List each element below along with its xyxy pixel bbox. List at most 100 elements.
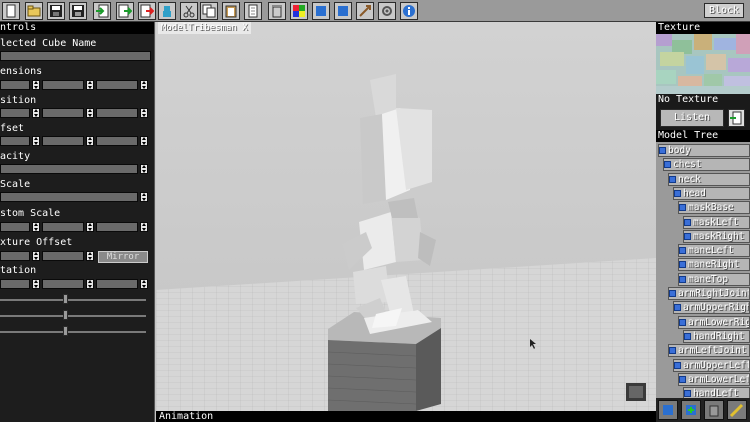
offset-y-field[interactable] [42, 136, 84, 146]
rotation-x-spinner[interactable] [32, 279, 40, 289]
tree-item-armLeftJoint[interactable]: armLeftJoint [668, 344, 750, 358]
open-icon[interactable] [25, 2, 43, 20]
position-z-spinner[interactable] [140, 108, 148, 118]
cube-icon [669, 290, 676, 297]
offset-y-spinner[interactable] [86, 136, 94, 146]
custom-scale-z-spinner[interactable] [140, 222, 148, 232]
export-alt-icon[interactable] [138, 2, 156, 20]
offset-z-field[interactable] [96, 136, 138, 146]
cube-name-input[interactable] [0, 51, 151, 61]
document-icon[interactable] [244, 2, 262, 20]
cut-icon[interactable] [180, 2, 198, 20]
custom-scale-y-field[interactable] [42, 222, 84, 232]
offset-z-spinner[interactable] [140, 136, 148, 146]
add-cube-button[interactable] [658, 400, 678, 420]
scale-spinner[interactable] [140, 192, 148, 202]
custom-scale-x-spinner[interactable] [32, 222, 40, 232]
dimension-x-field[interactable] [0, 80, 30, 90]
tree-item-handLeft[interactable]: handLeft [683, 387, 750, 398]
rotation-z-slider[interactable] [63, 326, 68, 336]
cube-icon [684, 332, 691, 340]
position-x-spinner[interactable] [32, 108, 40, 118]
tree-item-maneLeft[interactable]: maneLeft [678, 244, 750, 258]
listen-button[interactable]: Listen [660, 109, 724, 127]
controls-panel: ntrols lected Cube Name ensions sition f… [0, 22, 155, 422]
tree-item-armRightJoint[interactable]: armRightJoint [668, 287, 750, 300]
tree-item-armLowerRight[interactable]: armLowerRight [678, 315, 750, 329]
texture-offset-y-spinner[interactable] [86, 251, 94, 261]
new-icon[interactable] [2, 2, 20, 20]
position-y-spinner[interactable] [86, 108, 94, 118]
delete-cube-button[interactable] [704, 400, 724, 420]
texture-offset-y-field[interactable] [42, 251, 84, 261]
model-viewport[interactable] [156, 22, 656, 411]
mirror-button[interactable]: Mirror [98, 251, 148, 263]
dimension-z-spinner[interactable] [140, 80, 148, 90]
position-x-field[interactable] [0, 108, 30, 118]
custom-scale-y-spinner[interactable] [86, 222, 94, 232]
tree-item-maskLeft[interactable]: maskLeft [683, 215, 750, 229]
copy-icon[interactable] [200, 2, 218, 20]
export-icon[interactable] [116, 2, 134, 20]
texture-offset-x-field[interactable] [0, 251, 30, 261]
dimensions-label: ensions [0, 66, 43, 77]
rotate-icon[interactable] [334, 2, 352, 20]
rotation-z-spinner[interactable] [140, 279, 148, 289]
tree-item-head[interactable]: head [673, 186, 750, 200]
tree-item-maskRight[interactable]: maskRight [683, 229, 750, 243]
settings-icon[interactable] [378, 2, 396, 20]
edit-cube-button[interactable] [727, 400, 747, 420]
add-child-button[interactable] [681, 400, 701, 420]
character-icon[interactable] [158, 2, 176, 20]
tab-model-tribesman[interactable]: ModelTribesman X [158, 22, 251, 34]
view-cube-icon[interactable] [626, 383, 646, 401]
tree-item-armUpperRight[interactable]: armUpperRight [673, 301, 750, 315]
save-icon[interactable] [47, 2, 65, 20]
tree-item-chest[interactable]: chest [663, 158, 750, 172]
import-icon[interactable] [93, 2, 111, 20]
tree-item-maneRight[interactable]: maneRight [678, 258, 750, 272]
offset-x-spinner[interactable] [32, 136, 40, 146]
custom-scale-z-field[interactable] [96, 222, 138, 232]
info-icon[interactable] [400, 2, 418, 20]
position-y-field[interactable] [42, 108, 84, 118]
rotation-x-field[interactable] [0, 279, 30, 289]
cube-icon[interactable] [312, 2, 330, 20]
tree-item-handRight[interactable]: handRight [683, 329, 750, 343]
rotation-y-field[interactable] [42, 279, 84, 289]
tree-item-label: armUpperLeft [683, 359, 750, 371]
rotation-z-field[interactable] [96, 279, 138, 289]
block-button[interactable]: Block [704, 3, 744, 18]
dimension-x-spinner[interactable] [32, 80, 40, 90]
dimension-z-field[interactable] [96, 80, 138, 90]
tree-item-armLowerLeft[interactable]: armLowerLeft [678, 372, 750, 386]
delete-icon[interactable] [268, 2, 286, 20]
paste-icon[interactable] [222, 2, 240, 20]
opacity-spinner[interactable] [140, 164, 148, 174]
scale-field[interactable] [0, 192, 138, 202]
tree-item-label: body [668, 145, 691, 156]
cube-icon [679, 204, 686, 212]
position-z-field[interactable] [96, 108, 138, 118]
tree-item-body[interactable]: body [658, 144, 750, 157]
texture-offset-x-spinner[interactable] [32, 251, 40, 261]
cube-icon [679, 261, 686, 269]
texture-export-icon [730, 111, 742, 125]
texture-export-button[interactable] [728, 109, 745, 127]
rotation-y-slider[interactable] [63, 310, 68, 320]
color-icon[interactable] [290, 2, 308, 20]
save-as-icon[interactable] [69, 2, 87, 20]
offset-x-field[interactable] [0, 136, 30, 146]
opacity-field[interactable] [0, 164, 138, 174]
scale-icon[interactable] [356, 2, 374, 20]
dimension-y-spinner[interactable] [86, 80, 94, 90]
tree-item-neck[interactable]: neck [668, 172, 750, 186]
tree-item-label: maskBase [688, 202, 734, 214]
tree-item-maneTop[interactable]: maneTop [678, 272, 750, 286]
tree-item-armUpperLeft[interactable]: armUpperLeft [673, 358, 750, 372]
dimension-y-field[interactable] [42, 80, 84, 90]
tree-item-maskBase[interactable]: maskBase [678, 201, 750, 215]
rotation-x-slider[interactable] [63, 294, 68, 304]
custom-scale-x-field[interactable] [0, 222, 30, 232]
rotation-y-spinner[interactable] [86, 279, 94, 289]
